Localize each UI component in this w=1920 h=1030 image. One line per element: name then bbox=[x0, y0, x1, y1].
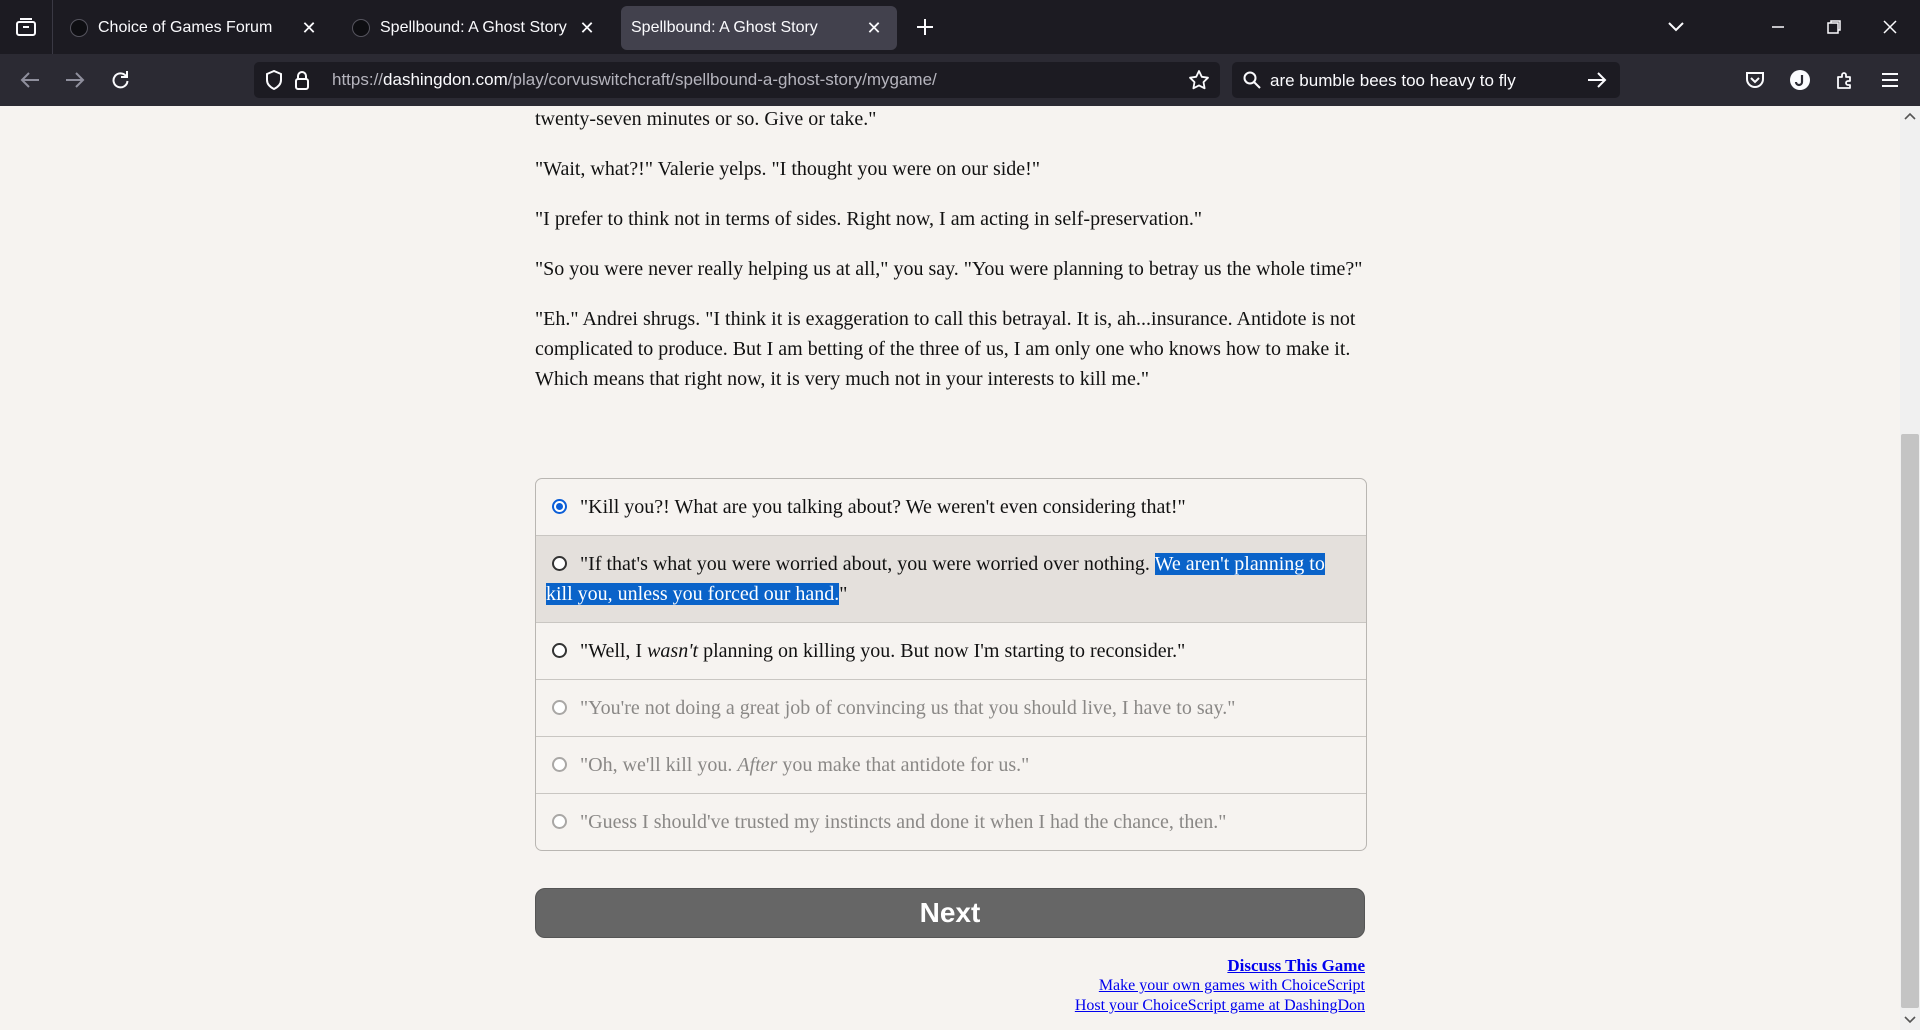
choice-label: "You're not doing a great job of convinc… bbox=[580, 697, 1236, 719]
story-paragraph: "I prefer to think not in terms of sides… bbox=[535, 208, 1203, 230]
choice-label: "Kill you?! What are you talking about? … bbox=[580, 496, 1186, 518]
radio-button-checked[interactable] bbox=[552, 499, 567, 514]
choicescript-link[interactable]: Make your own games with ChoiceScript bbox=[1075, 976, 1365, 996]
url-text[interactable]: https://dashingdon.com/play/corvuswitchc… bbox=[332, 62, 937, 98]
tab-spellbound-active[interactable]: Spellbound: A Ghost Story ✕ bbox=[621, 6, 897, 50]
tab-choice-of-games-forum[interactable]: Choice of Games Forum ✕ bbox=[56, 6, 332, 50]
bookmark-star-icon[interactable] bbox=[1188, 69, 1210, 91]
account-button[interactable] bbox=[1784, 64, 1816, 96]
radio-button[interactable] bbox=[552, 700, 567, 715]
navigation-toolbar: https://dashingdon.com/play/corvuswitchc… bbox=[0, 54, 1920, 106]
forum-favicon-icon bbox=[352, 19, 370, 37]
reload-button[interactable] bbox=[104, 64, 136, 96]
choice-option-2[interactable]: "If that's what you were worried about, … bbox=[536, 535, 1366, 622]
close-tab-icon[interactable]: ✕ bbox=[578, 18, 596, 38]
scroll-down-arrow-icon[interactable] bbox=[1904, 1016, 1916, 1024]
pocket-button[interactable] bbox=[1739, 64, 1771, 96]
story-paragraph: "Wait, what?!" Valerie yelps. "I thought… bbox=[535, 158, 1040, 180]
arrow-left-icon bbox=[20, 72, 39, 88]
choice-emphasis: After bbox=[737, 754, 778, 776]
tab-list-icon bbox=[16, 18, 36, 36]
radio-button[interactable] bbox=[552, 814, 567, 829]
choice-label-part: "Well, I bbox=[580, 640, 648, 662]
new-tab-button[interactable] bbox=[912, 14, 938, 40]
footer-links: Discuss This Game Make your own games wi… bbox=[1075, 956, 1365, 1016]
shield-icon[interactable] bbox=[264, 70, 284, 90]
puzzle-icon bbox=[1837, 72, 1851, 89]
tab-title: Choice of Games Forum bbox=[98, 19, 273, 36]
choice-label-part: you make that antidote for us." bbox=[777, 754, 1030, 776]
story-paragraph: "Eh." Andrei shrugs. "I think it is exag… bbox=[535, 308, 1356, 390]
choice-option-5[interactable]: "Oh, we'll kill you. After you make that… bbox=[536, 736, 1366, 793]
close-window-button[interactable] bbox=[1862, 0, 1918, 54]
story-text: twenty-seven minutes or so. Give or take… bbox=[535, 106, 1365, 414]
arrow-right-icon bbox=[66, 72, 85, 88]
close-icon bbox=[1883, 20, 1897, 34]
back-button[interactable] bbox=[14, 64, 46, 96]
scroll-up-arrow-icon[interactable] bbox=[1904, 112, 1916, 120]
choice-option-1[interactable]: "Kill you?! What are you talking about? … bbox=[536, 479, 1366, 535]
account-avatar-icon bbox=[1790, 70, 1810, 90]
tab-title: Spellbound: A Ghost Story bbox=[631, 19, 818, 36]
choice-label: "Guess I should've trusted my instincts … bbox=[580, 811, 1227, 833]
choice-list: "Kill you?! What are you talking about? … bbox=[535, 478, 1367, 851]
choice-option-6[interactable]: "Guess I should've trusted my instincts … bbox=[536, 793, 1366, 850]
reload-icon bbox=[112, 71, 129, 89]
search-go-icon[interactable] bbox=[1586, 70, 1608, 90]
story-paragraph: "So you were never really helping us at … bbox=[535, 258, 1363, 280]
browser-tab-bar: Choice of Games Forum ✕ Spellbound: A Gh… bbox=[0, 0, 1920, 54]
lock-icon[interactable] bbox=[292, 70, 312, 90]
search-bar[interactable]: are bumble bees too heavy to fly bbox=[1232, 62, 1620, 98]
close-tab-icon[interactable]: ✕ bbox=[865, 18, 883, 38]
choice-label-part: planning on killing you. But now I'm sta… bbox=[698, 640, 1186, 662]
tab-title: Spellbound: A Ghost Story (WIP bbox=[380, 19, 570, 36]
choice-emphasis: wasn't bbox=[647, 640, 699, 662]
radio-button[interactable] bbox=[552, 643, 567, 658]
list-all-tabs-button[interactable] bbox=[1648, 0, 1704, 54]
minimize-button[interactable] bbox=[1750, 0, 1806, 54]
next-button[interactable]: Next bbox=[535, 888, 1365, 938]
address-bar[interactable]: https://dashingdon.com/play/corvuswitchc… bbox=[254, 62, 1220, 98]
choice-option-3[interactable]: "Well, I wasn't planning on killing you.… bbox=[536, 622, 1366, 679]
forum-favicon-icon bbox=[70, 19, 88, 37]
forward-button[interactable] bbox=[59, 64, 91, 96]
restore-button[interactable] bbox=[1806, 0, 1862, 54]
url-path: /play/corvuswitchcraft/spellbound-a-ghos… bbox=[507, 70, 937, 89]
url-host: dashingdon.com bbox=[383, 70, 508, 89]
extensions-button[interactable] bbox=[1829, 64, 1861, 96]
url-scheme: https:// bbox=[332, 70, 384, 89]
chevron-down-icon bbox=[1668, 22, 1684, 32]
radio-button[interactable] bbox=[552, 757, 567, 772]
choice-label-part: " bbox=[839, 583, 848, 605]
close-tab-icon[interactable]: ✕ bbox=[300, 18, 318, 38]
story-paragraph: twenty-seven minutes or so. Give or take… bbox=[535, 108, 877, 130]
search-icon bbox=[1242, 70, 1262, 90]
radio-button[interactable] bbox=[552, 556, 567, 571]
tab-spellbound-wip[interactable]: Spellbound: A Ghost Story (WIP ✕ bbox=[338, 6, 610, 50]
choice-label-part: "Oh, we'll kill you. bbox=[580, 754, 738, 776]
page-content: twenty-seven minutes or so. Give or take… bbox=[0, 106, 1900, 1030]
choice-label-part: "If that's what you were worried about, … bbox=[580, 553, 1155, 575]
minimize-icon bbox=[1772, 26, 1784, 28]
discuss-game-link[interactable]: Discuss This Game bbox=[1075, 956, 1365, 976]
scrollbar-thumb[interactable] bbox=[1901, 434, 1919, 1008]
restore-icon bbox=[1827, 20, 1841, 34]
pocket-icon bbox=[1746, 72, 1764, 88]
dashingdon-host-link[interactable]: Host your ChoiceScript game at DashingDo… bbox=[1075, 996, 1365, 1016]
menu-button[interactable] bbox=[1874, 64, 1906, 96]
tab-list-button[interactable] bbox=[0, 0, 53, 54]
plus-icon bbox=[917, 19, 933, 35]
search-input[interactable]: are bumble bees too heavy to fly bbox=[1270, 62, 1516, 98]
choice-option-4[interactable]: "You're not doing a great job of convinc… bbox=[536, 679, 1366, 736]
hamburger-menu-icon bbox=[1882, 73, 1898, 87]
